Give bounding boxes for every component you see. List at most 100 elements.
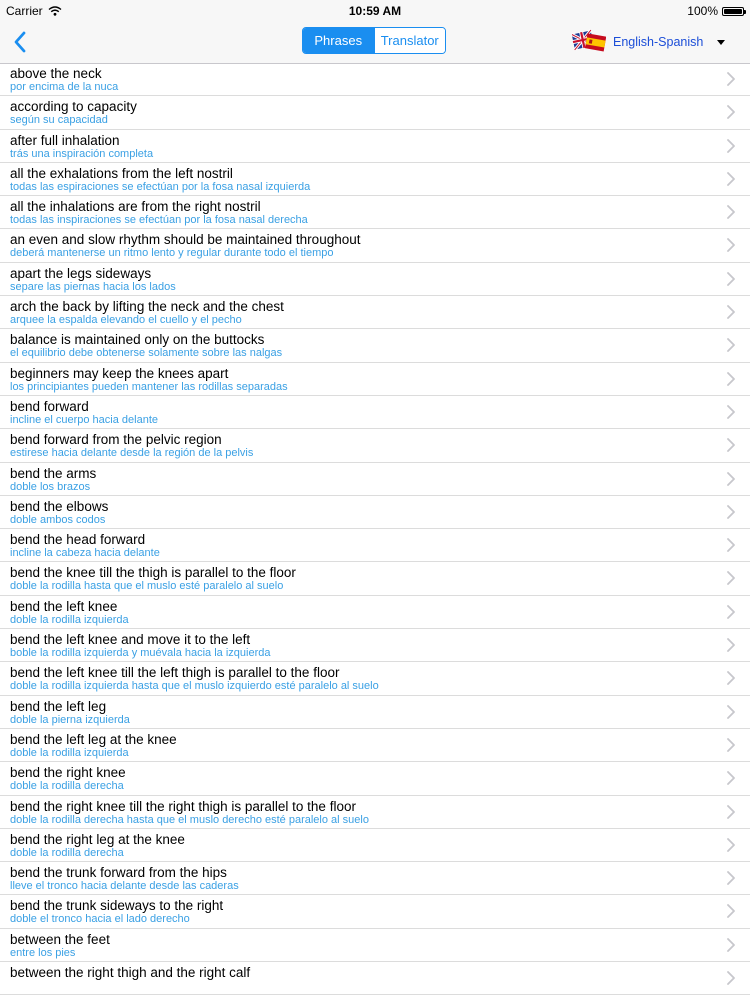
phrase-english: apart the legs sideways: [10, 265, 152, 281]
list-item[interactable]: bend the left knee doble la rodilla izqui…: [0, 596, 750, 630]
phrase-english: all the exhalations from the left nostri…: [10, 165, 233, 181]
status-bar: Carrier 10:59 AM 100%: [0, 0, 750, 22]
list-item[interactable]: bend the arms doble los brazos: [0, 463, 750, 496]
battery-percent: 100%: [687, 4, 718, 18]
chevron-right-icon: [727, 904, 735, 919]
chevron-right-icon: [727, 771, 735, 786]
chevron-right-icon: [727, 804, 735, 819]
phrase-spanish: deberá mantenerse un ritmo lento y regul…: [10, 247, 334, 260]
list-item[interactable]: bend the right leg at the knee doble la r…: [0, 829, 750, 863]
chevron-right-icon: [727, 571, 735, 586]
phrase-spanish: doble la rodilla derecha hasta que el mu…: [10, 813, 369, 826]
back-button[interactable]: [6, 28, 34, 56]
phrase-english: bend the right leg at the knee: [10, 831, 185, 847]
chevron-right-icon: [727, 305, 735, 319]
tab-translator[interactable]: Translator: [373, 28, 445, 53]
phrase-english: bend forward: [10, 398, 89, 414]
chevron-right-icon: [727, 72, 735, 86]
phrase-english: bend the right knee till the right thigh…: [10, 798, 356, 814]
chevron-right-icon: [727, 738, 735, 752]
phrase-english: bend forward from the pelvic region: [10, 432, 222, 448]
tab-phrases[interactable]: Phrases: [303, 28, 374, 53]
list-item[interactable]: bend the trunk sideways to the right dobl…: [0, 895, 750, 929]
status-time: 10:59 AM: [348, 4, 402, 18]
phrase-english: after full inhalation: [10, 132, 120, 148]
list-item[interactable]: after full inhalation trás una inspiració…: [0, 130, 750, 163]
list-item[interactable]: bend the elbows doble ambos codos: [0, 496, 750, 530]
list-item[interactable]: bend the left knee till the left thigh i…: [0, 662, 750, 696]
list-item[interactable]: bend the left leg doble la pierna izquier…: [0, 696, 750, 729]
phrase-spanish: estirese hacia delante desde la región d…: [10, 447, 254, 460]
list-item[interactable]: balance is maintained only on the buttoc…: [0, 329, 750, 363]
phrase-english: arch the back by lifting the neck and th…: [10, 299, 284, 315]
list-item[interactable]: all the exhalations from the left nostri…: [0, 163, 750, 197]
chevron-right-icon: [727, 171, 735, 186]
list-item[interactable]: bend the left knee and move it to the le…: [0, 629, 750, 663]
list-item[interactable]: between the feet entre los pies: [0, 929, 750, 963]
phrase-spanish: arquee la espalda elevando el cuello y e…: [10, 314, 242, 327]
phrase-english: according to capacity: [10, 99, 137, 115]
phrase-english: bend the head forward: [10, 532, 146, 548]
phrase-english: between the feet: [10, 931, 110, 947]
phrase-spanish: según su capacidad: [10, 114, 108, 127]
phrase-english: bend the arms: [10, 465, 97, 481]
list-item[interactable]: arch the back by lifting the neck and th…: [0, 296, 750, 330]
chevron-right-icon: [727, 205, 735, 220]
battery-icon: [722, 6, 746, 16]
list-item[interactable]: between the right thigh and the right ca…: [0, 962, 750, 996]
chevron-right-icon: [727, 937, 735, 952]
phrase-spanish: doble la rodilla hasta que el muslo esté…: [10, 580, 284, 593]
chevron-right-icon: [727, 871, 735, 886]
list-item[interactable]: bend the head forward incline la cabeza h…: [0, 529, 750, 563]
phrase-spanish: doble la rodilla derecha: [10, 780, 124, 793]
chevron-right-icon: [727, 704, 735, 719]
phrase-english: balance is maintained only on the buttoc…: [10, 332, 265, 348]
phrase-english: bend the knee till the thigh is parallel…: [10, 565, 296, 581]
phrase-english: bend the elbows: [10, 498, 109, 514]
phrase-spanish: doble la rodilla derecha: [10, 846, 124, 859]
phrase-spanish: doble la rodilla izquierda hasta que el …: [10, 680, 379, 693]
chevron-right-icon: [727, 338, 735, 353]
mode-segmented-control: Phrases Translator: [302, 27, 446, 54]
phrase-spanish: doble la rodilla izquierda: [10, 746, 129, 759]
chevron-right-icon: [727, 138, 735, 153]
phrase-english: bend the left knee and move it to the le…: [10, 632, 251, 648]
list-item[interactable]: bend forward from the pelvic region estir…: [0, 429, 750, 463]
phrase-spanish: lleve el tronco hacia delante desde las …: [10, 880, 239, 893]
caret-down-icon: [717, 39, 726, 45]
list-item[interactable]: bend forward incline el cuerpo hacia dela…: [0, 396, 750, 430]
list-item[interactable]: beginners may keep the knees apart los pr…: [0, 363, 750, 396]
phrase-english: bend the trunk sideways to the right: [10, 898, 224, 914]
list-item[interactable]: all the inhalations are from the right n…: [0, 196, 750, 230]
list-item[interactable]: according to capacity según su capacidad: [0, 96, 750, 130]
chevron-right-icon: [727, 471, 735, 486]
phrase-spanish: trás una inspiración completa: [10, 147, 154, 160]
phrase-english: beginners may keep the knees apart: [10, 365, 229, 381]
chevron-right-icon: [727, 504, 735, 519]
phrase-spanish: separe las piernas hacia los lados: [10, 280, 176, 293]
list-item[interactable]: apart the legs sideways separe las pierna…: [0, 263, 750, 297]
chevron-right-icon: [727, 105, 735, 120]
battery-indicator: 100%: [687, 4, 746, 18]
list-item[interactable]: bend the trunk forward from the hips llev…: [0, 862, 750, 896]
list-item[interactable]: above the neck por encima de la nuca: [0, 63, 750, 97]
chevron-right-icon: [727, 671, 735, 686]
phrase-english: between the right thigh and the right ca…: [10, 965, 251, 981]
list-item[interactable]: bend the knee till the thigh is parallel…: [0, 562, 750, 596]
list-item[interactable]: bend the left leg at the knee doble la ro…: [0, 729, 750, 763]
phrase-english: bend the left leg at the knee: [10, 731, 177, 747]
chevron-right-icon: [727, 371, 735, 386]
chevron-right-icon: [727, 405, 735, 419]
uk-spain-flags-icon: [570, 29, 607, 55]
list-item[interactable]: bend the right knee doble la rodilla dere…: [0, 762, 750, 796]
chevron-right-icon: [727, 837, 735, 852]
list-item[interactable]: bend the right knee till the right thigh…: [0, 796, 750, 829]
phrase-spanish: incline el cuerpo hacia delante: [10, 413, 158, 426]
phrase-spanish: todas las espiraciones se efectúan por l…: [10, 180, 311, 193]
language-picker[interactable]: English-Spanish: [570, 28, 726, 56]
chevron-right-icon: [727, 604, 735, 619]
phrase-english: above the neck: [10, 66, 102, 81]
chevron-right-icon: [727, 971, 735, 985]
phrase-english: bend the right knee: [10, 765, 126, 781]
list-item[interactable]: an even and slow rhythm should be mainta…: [0, 229, 750, 263]
